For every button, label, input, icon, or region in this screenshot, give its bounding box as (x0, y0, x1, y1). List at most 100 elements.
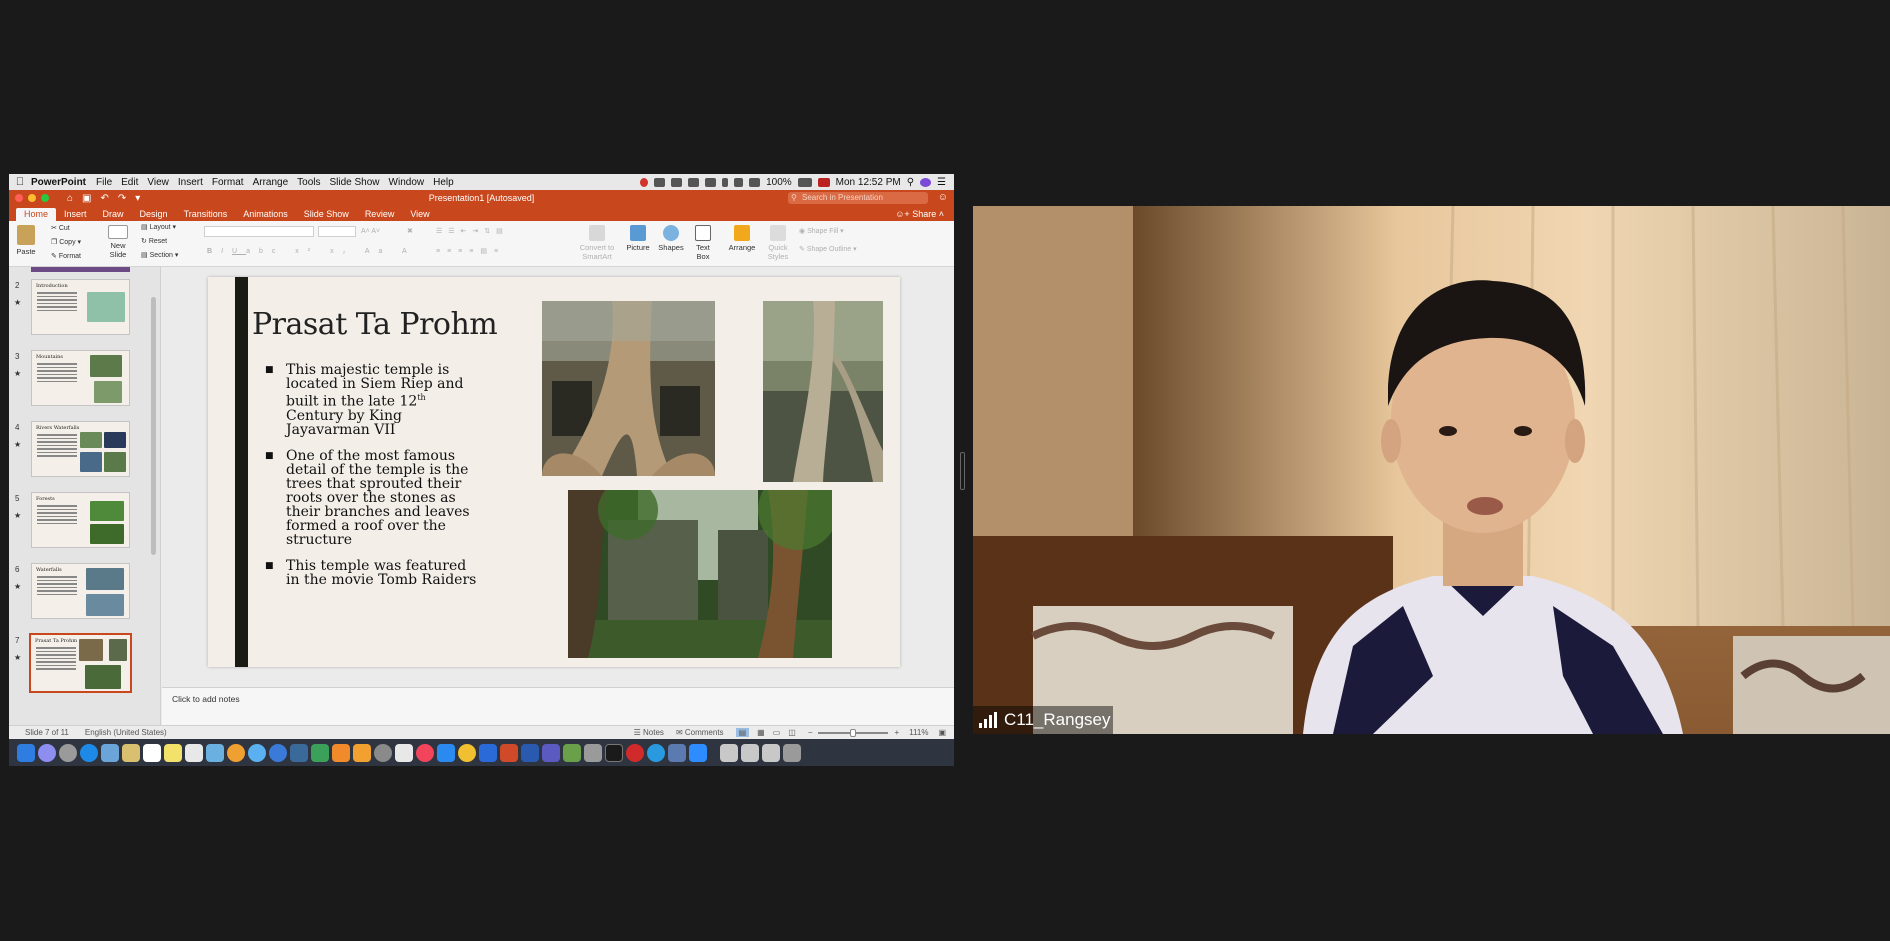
notes-pane[interactable]: Click to add notes (162, 687, 954, 725)
close-window-button[interactable] (15, 194, 23, 202)
bluetooth-icon[interactable] (722, 177, 729, 187)
utility-icon[interactable] (584, 743, 602, 762)
collapse-ribbon-icon[interactable]: ˄ (939, 209, 944, 219)
section-button[interactable]: ▤ Section ▾ (141, 251, 178, 260)
volume-icon[interactable] (734, 177, 744, 187)
arrange-button[interactable]: Arrange (727, 225, 757, 252)
paragraph-list-buttons[interactable]: ☰☰⇤⇥⇅▤ (436, 227, 509, 236)
preview-icon[interactable] (101, 743, 119, 762)
home-icon[interactable]: ⌂ (67, 193, 73, 204)
teams-icon[interactable] (542, 743, 560, 762)
font-grow-shrink[interactable]: A˄ A˅ (361, 227, 380, 236)
books-icon[interactable] (353, 743, 371, 762)
powerpoint-icon[interactable] (500, 743, 518, 762)
menu-arrange[interactable]: Arrange (253, 177, 289, 188)
system-preferences-icon[interactable] (374, 743, 392, 762)
split-view-handle[interactable] (960, 452, 965, 490)
music-icon[interactable] (416, 743, 434, 762)
minimize-window-button[interactable] (28, 194, 36, 202)
dock-window-thumbnail[interactable] (720, 743, 738, 762)
zoom-slider-thumb[interactable] (850, 728, 857, 737)
normal-view-icon[interactable]: ▤ (735, 728, 750, 737)
flag-icon[interactable] (817, 177, 830, 187)
shape-fill-button[interactable]: ◉ Shape Fill ▾ (799, 227, 844, 236)
save-icon[interactable]: ▣ (82, 193, 91, 204)
copy-button[interactable]: ❐ Copy ▾ (51, 238, 81, 247)
current-slide[interactable]: Prasat Ta Prohm This majestic temple is … (208, 277, 900, 667)
terminal-icon[interactable] (605, 743, 623, 762)
customize-icon[interactable]: ▾ (135, 193, 140, 204)
font-style-buttons[interactable]: BIUabc x² x₂ Aa A (207, 247, 416, 256)
reset-button[interactable]: ↻ Reset (141, 237, 167, 246)
textedit-icon[interactable] (395, 743, 413, 762)
maps-icon[interactable] (206, 743, 224, 762)
tab-view[interactable]: View (402, 208, 437, 221)
menu-slide-show[interactable]: Slide Show (330, 177, 380, 188)
menu-edit[interactable]: Edit (121, 177, 138, 188)
thumbnails-scrollbar[interactable] (151, 297, 156, 555)
text-box-button[interactable]: Text Box (692, 225, 714, 261)
slide-title[interactable]: Prasat Ta Prohm (252, 307, 498, 342)
undo-icon[interactable]: ↶ (101, 193, 109, 204)
message-icon[interactable] (654, 177, 666, 187)
spotlight-icon[interactable]: ⚲ (907, 177, 914, 188)
paragraph-align-buttons[interactable]: ≡≡≡≡▤≡ (436, 247, 505, 256)
apple-icon[interactable]:  (9, 176, 31, 188)
font-size-input[interactable] (318, 226, 356, 237)
keynote-icon[interactable] (290, 743, 308, 762)
layout-button[interactable]: ▤ Layout ▾ (141, 223, 176, 232)
thumbnail-slide-3[interactable]: Mountains (31, 350, 130, 406)
stickies-icon[interactable] (164, 743, 182, 762)
cloud-icon[interactable] (671, 177, 683, 187)
tab-home[interactable]: Home (16, 208, 57, 221)
tab-transitions[interactable]: Transitions (176, 208, 236, 221)
comments-toggle[interactable]: ✉ Comments (676, 728, 724, 737)
menu-help[interactable]: Help (433, 177, 454, 188)
thumbnail-row[interactable]: 6 ★ Waterfalls (9, 563, 160, 621)
app-menu[interactable]: PowerPoint (31, 177, 86, 188)
temple-tree-image-2[interactable] (763, 301, 883, 482)
messages-icon[interactable] (248, 743, 266, 762)
new-slide-button[interactable]: New Slide (105, 225, 131, 259)
cut-button[interactable]: ✂ Cut (51, 224, 70, 233)
numbers-icon[interactable] (311, 743, 329, 762)
zoom-slider[interactable] (818, 728, 889, 737)
reminders-icon[interactable] (185, 743, 203, 762)
thumbnail-row[interactable]: 4 ★ Rivers Waterfalls (9, 421, 160, 479)
outlook-icon[interactable] (479, 743, 497, 762)
record-icon[interactable] (688, 177, 700, 187)
fit-to-window-icon[interactable]: ▣ (938, 728, 946, 737)
thumbnail-slide-7[interactable]: Prasat Ta Prohm (29, 633, 132, 693)
mail-icon[interactable] (668, 743, 686, 762)
paste-button[interactable]: Paste (14, 225, 38, 256)
menu-file[interactable]: File (96, 177, 112, 188)
trash-icon[interactable] (783, 743, 801, 762)
facetime-icon[interactable] (269, 743, 287, 762)
zoom-app-icon[interactable] (689, 743, 707, 762)
finder-icon[interactable] (17, 743, 35, 762)
word-icon[interactable] (521, 743, 539, 762)
thumbnail-slide-5[interactable]: Forests (31, 492, 130, 548)
shape-outline-button[interactable]: ✎ Shape Outline ▾ (799, 245, 857, 254)
chrome-icon[interactable] (458, 743, 476, 762)
font-name-input[interactable] (204, 226, 314, 237)
shapes-button[interactable]: Shapes (657, 225, 685, 252)
clear-format-icon[interactable]: ✖ (407, 227, 413, 236)
participant-video[interactable]: C11_Rangsey (973, 206, 1890, 734)
tab-insert[interactable]: Insert (56, 208, 95, 221)
notes-toggle[interactable]: ☰ Notes (634, 728, 664, 737)
dock-window-thumbnail[interactable] (762, 743, 780, 762)
siri-icon[interactable] (920, 177, 932, 187)
thumbnail-slide-6[interactable]: Waterfalls (31, 563, 130, 619)
convert-smartart-button[interactable]: Convert to SmartArt (575, 225, 619, 261)
slideshow-view-icon[interactable]: ◫ (788, 728, 796, 737)
dock-window-thumbnail[interactable] (741, 743, 759, 762)
zoom-in-icon[interactable]: + (894, 728, 899, 737)
safari-icon[interactable] (80, 743, 98, 762)
control-center-icon[interactable]: ☰ (937, 177, 946, 188)
photos-icon[interactable] (227, 743, 245, 762)
temple-ruins-image[interactable] (568, 490, 832, 658)
zoom-window-button[interactable] (41, 194, 49, 202)
wifi-icon[interactable] (749, 177, 761, 187)
minecraft-icon[interactable] (563, 743, 581, 762)
